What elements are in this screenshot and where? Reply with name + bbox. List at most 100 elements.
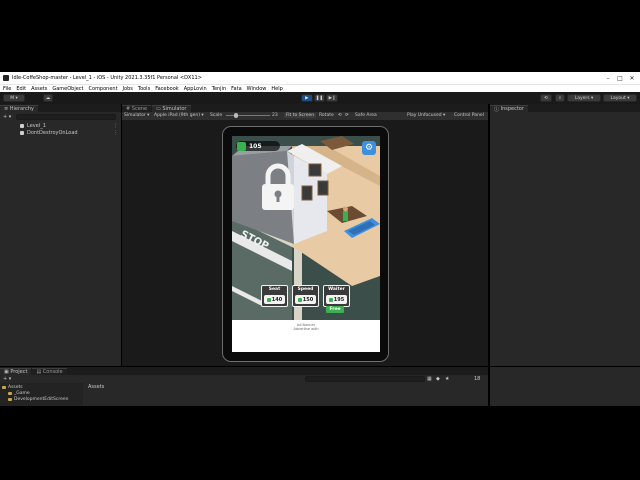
hierarchy-search-input[interactable]	[16, 114, 116, 120]
title-bar: Idle-CoffeShop-master - Level_1 - iOS - …	[0, 72, 640, 84]
rotate-left-icon[interactable]: ⟲	[338, 113, 342, 118]
tree-item-label: DevelopmentEditScreen	[14, 396, 69, 402]
folder-icon	[8, 397, 12, 401]
menu-assets[interactable]: Assets	[31, 86, 47, 92]
cash-icon	[328, 297, 333, 302]
cloud-icon[interactable]: ☁	[43, 94, 53, 102]
play-controls: ▶ ❚❚ ▶❙	[301, 94, 339, 102]
scale-slider[interactable]	[226, 115, 270, 116]
upgrade-title: Seat	[268, 287, 281, 292]
favorite-icon[interactable]: ★	[445, 376, 449, 382]
tab-hierarchy-label: Hierarchy	[9, 106, 34, 112]
menu-edit[interactable]: Edit	[16, 86, 26, 92]
scale-value: 23	[272, 113, 278, 118]
fit-to-screen-button[interactable]: Fit to Screen	[284, 113, 317, 118]
control-panel-button[interactable]: Control Panel	[454, 113, 484, 118]
tab-simulator[interactable]: ▭ Simulator	[152, 105, 191, 112]
kebab-icon[interactable]: ⋮	[113, 130, 118, 136]
device-screen[interactable]: STOP 105 ⚙ Seat 140 Speed 150 Waiter 195…	[232, 136, 380, 352]
hierarchy-item[interactable]: Level_1 ⋮	[0, 122, 121, 129]
tab-inspector[interactable]: ⓘ Inspector	[490, 105, 528, 113]
rotate-button[interactable]: Rotate	[319, 113, 334, 118]
device-frame: STOP 105 ⚙ Seat 140 Speed 150 Waiter 195…	[222, 126, 389, 362]
upgrade-title: Waiter	[328, 287, 345, 292]
tab-inspector-label: Inspector	[500, 106, 524, 112]
project-panel: ▣ Project ▤ Console + ▾ ▦ ◆ ★ 18 Assets …	[0, 367, 488, 406]
bottom-tabstrip: ▣ Project ▤ Console	[0, 367, 488, 375]
upgrade-title: Speed	[297, 287, 314, 292]
play-button[interactable]: ▶	[301, 94, 313, 102]
menu-jobs[interactable]: Jobs	[123, 86, 133, 92]
layers-dropdown[interactable]: Layers ▾	[567, 94, 601, 102]
window-title: Idle-CoffeShop-master - Level_1 - iOS - …	[12, 75, 202, 81]
layout-dropdown[interactable]: Layout ▾	[603, 94, 637, 102]
settings-gear-icon[interactable]: ⚙	[362, 141, 376, 155]
hierarchy-add-button[interactable]: + ▾	[3, 114, 11, 120]
menu-help[interactable]: Help	[271, 86, 282, 92]
cash-value: 105	[249, 142, 262, 150]
upgrade-speed-button[interactable]: Speed 150	[292, 285, 319, 307]
simulator-panel: # Scene ▭ Simulator Simulator ▾ Apple iP…	[122, 104, 488, 366]
tab-console[interactable]: ▤ Console	[32, 368, 67, 375]
upgrade-price: 195	[326, 295, 347, 304]
breadcrumb: Assets	[88, 384, 105, 390]
menu-fata[interactable]: Fata	[231, 86, 242, 92]
menu-applovin[interactable]: AppLovin	[184, 86, 207, 92]
filter-icon[interactable]: ▦	[427, 376, 432, 382]
upgrade-price-value: 195	[333, 296, 345, 303]
simulator-stage: STOP 105 ⚙ Seat 140 Speed 150 Waiter 195…	[122, 120, 488, 366]
upgrade-price-value: 140	[271, 296, 283, 303]
device-dropdown[interactable]: Apple iPad (9th gen) ▾	[154, 113, 204, 118]
layout-label: Layout	[610, 95, 626, 101]
upgrade-seat-button[interactable]: Seat 140	[261, 285, 288, 307]
free-badge[interactable]: Free	[326, 306, 344, 313]
cash-icon	[297, 297, 302, 302]
hierarchy-item-label: Level_1	[27, 122, 46, 129]
search-icon[interactable]: ⌕	[555, 94, 565, 102]
upgrade-price: 150	[295, 295, 316, 304]
cash-counter: 105	[236, 141, 280, 151]
upgrade-price-value: 150	[302, 296, 314, 303]
project-add-button[interactable]: + ▾	[3, 376, 11, 382]
menu-tenjin[interactable]: Tenjin	[212, 86, 226, 92]
simulator-toolbar: Simulator ▾ Apple iPad (9th gen) ▾ Scale…	[122, 112, 488, 120]
tab-hierarchy[interactable]: ≡ Hierarchy	[0, 105, 38, 112]
main-toolbar: M ▾ ☁ ▶ ❚❚ ▶❙ ⟲ ⌕ Layers ▾ Layout ▾	[0, 92, 640, 104]
account-dropdown[interactable]: M ▾	[3, 94, 25, 102]
simulator-mode-dropdown[interactable]: Simulator ▾	[124, 113, 149, 118]
step-button[interactable]: ▶❙	[326, 94, 339, 102]
upgrade-price: 140	[264, 295, 285, 304]
hierarchy-item[interactable]: DontDestroyOnLoad ⋮	[0, 129, 121, 136]
label-icon[interactable]: ◆	[436, 376, 440, 382]
menu-file[interactable]: File	[3, 86, 11, 92]
upgrade-waiter-button[interactable]: Waiter 195	[323, 285, 350, 307]
center-tabstrip: # Scene ▭ Simulator	[122, 104, 488, 112]
tab-project[interactable]: ▣ Project	[0, 368, 32, 375]
unity-logo-icon	[3, 75, 9, 81]
pause-button[interactable]: ❚❚	[313, 94, 326, 102]
rotate-right-icon[interactable]: ⟳	[345, 113, 349, 118]
project-search-input[interactable]	[305, 376, 425, 382]
history-icon[interactable]: ⟲	[540, 94, 552, 102]
cash-icon	[237, 141, 246, 151]
kebab-icon[interactable]: ⋮	[113, 123, 118, 129]
close-button[interactable]: ✕	[624, 72, 640, 84]
menu-facebook[interactable]: Facebook	[155, 86, 179, 92]
game-view[interactable]: STOP 105 ⚙ Seat 140 Speed 150 Waiter 195…	[232, 136, 380, 320]
menu-gameobject[interactable]: GameObject	[52, 86, 83, 92]
hidden-count-badge: 18	[474, 376, 481, 382]
folder-icon	[2, 385, 6, 389]
play-focus-dropdown[interactable]: Play Unfocused ▾	[407, 113, 445, 118]
menu-window[interactable]: Window	[247, 86, 267, 92]
menu-component[interactable]: Component	[89, 86, 118, 92]
menu-bar: File Edit Assets GameObject Component Jo…	[0, 84, 640, 92]
scale-slider-handle[interactable]	[234, 113, 238, 118]
menu-tools[interactable]: Tools	[138, 86, 150, 92]
tree-item[interactable]: DevelopmentEditScreen	[8, 396, 68, 402]
safe-area-button[interactable]: Safe Area	[355, 113, 377, 118]
ad-banner-subtext: Advertise with	[293, 327, 319, 331]
tab-scene[interactable]: # Scene	[122, 105, 152, 112]
scene-icon	[20, 130, 24, 135]
inspector-panel: ⓘ Inspector	[490, 104, 640, 366]
inspector-tabstrip: ⓘ Inspector	[490, 104, 640, 113]
